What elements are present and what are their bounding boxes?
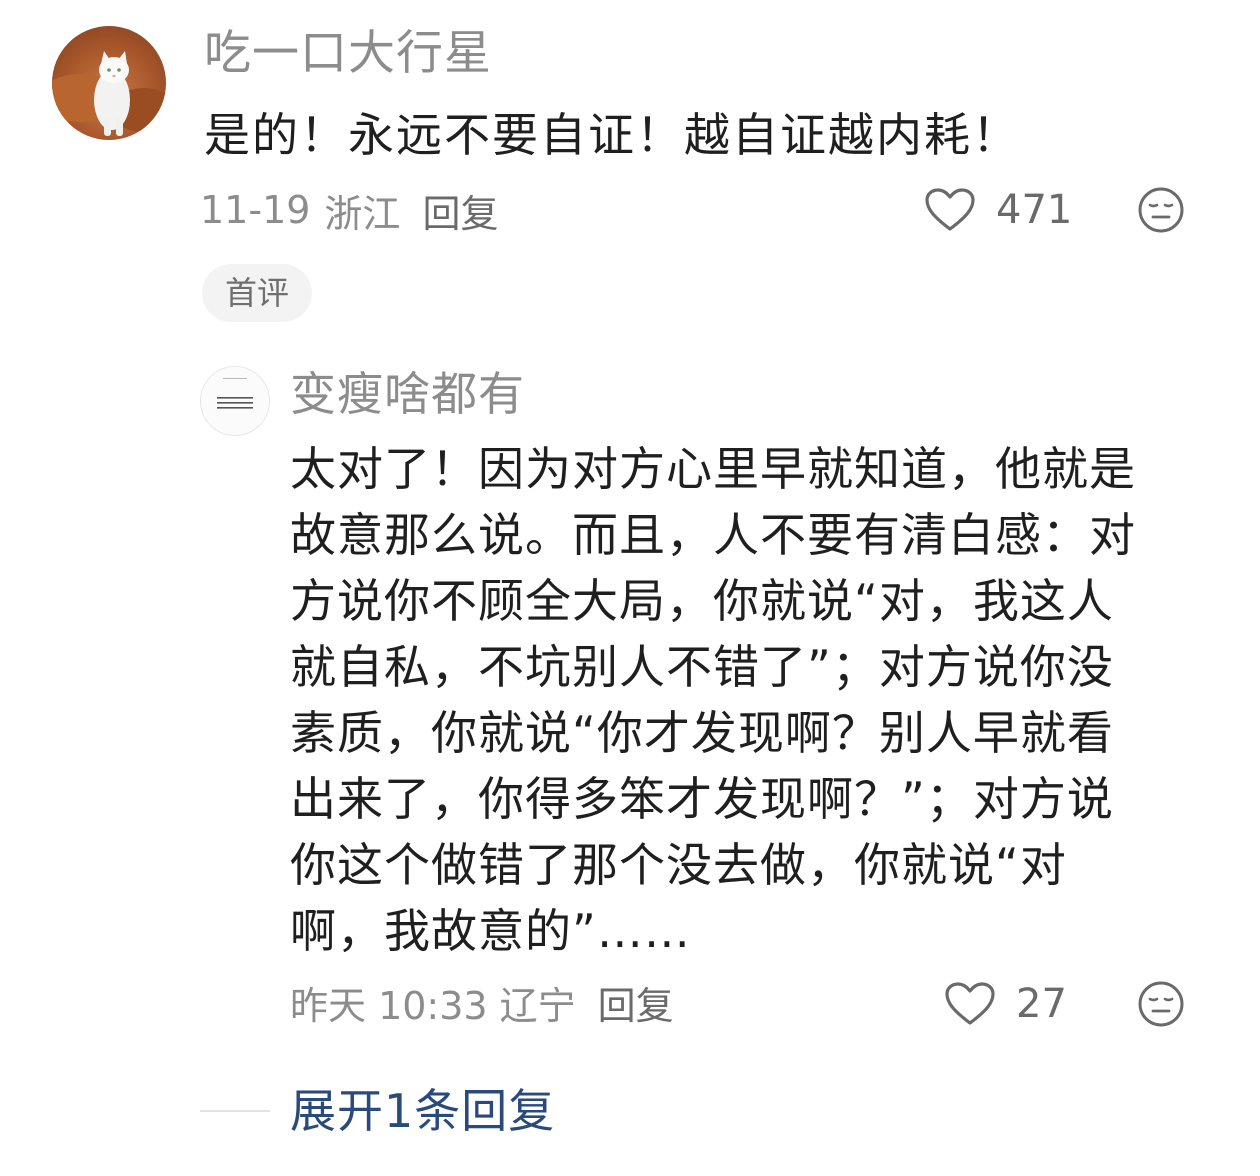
reply-user-avatar[interactable] [200, 366, 270, 436]
expand-divider [200, 1110, 270, 1112]
text-image-avatar [201, 367, 269, 435]
white-cat-avatar [52, 51, 166, 136]
reply-content-line: 啊，我故意的”…… [290, 904, 691, 958]
reply-button[interactable]: 回复 [422, 183, 498, 238]
reply-content: 太对了！因为对方心里早就知道，他就是 故意那么说。而且，人不要有清白感：对 方说… [290, 436, 1180, 964]
reply-dislike-button[interactable] [1137, 980, 1185, 1028]
reply-meta: 昨天 10:33 辽宁 回复 [290, 972, 674, 1032]
reply-location: 辽宁 [499, 983, 576, 1028]
user-avatar[interactable] [52, 26, 166, 140]
reply-content-line: 就自私，不坑别人不错了”；对方说你没 [290, 640, 1114, 694]
comment-username[interactable]: 吃一口大行星 [204, 22, 492, 86]
reply-content-line: 方说你不顾全大局，你就说“对，我这人 [290, 574, 1114, 628]
like-count: 471 [996, 187, 1073, 233]
reply-like-count: 27 [1016, 981, 1067, 1027]
reply-username[interactable]: 变瘦啥都有 [290, 362, 525, 426]
expand-replies-button[interactable]: 展开1条回复 [290, 1080, 555, 1142]
heart-outline-icon [945, 982, 995, 1025]
neutral-face-icon [1138, 981, 1184, 1027]
dislike-button[interactable] [1137, 186, 1185, 234]
reply-reply-button[interactable]: 回复 [598, 975, 674, 1030]
reply-content-line: 素质，你就说“你才发现啊？别人早就看 [290, 706, 1114, 760]
reply-content-line: 太对了！因为对方心里早就知道，他就是 [290, 442, 1136, 496]
comment-location: 浙江 [324, 191, 401, 236]
heart-outline-icon [925, 188, 975, 231]
comment-content: 是的！永远不要自证！越自证越内耗！ [204, 108, 1020, 162]
like-button[interactable]: 471 [924, 180, 1072, 240]
first-comment-badge: 首评 [202, 264, 312, 322]
reply-time: 昨天 10:33 [290, 983, 488, 1028]
reply-content-line: 你这个做错了那个没去做，你就说“对 [290, 838, 1067, 892]
comment-date: 11-19 [200, 188, 311, 232]
reply-like-button[interactable]: 27 [944, 974, 1067, 1034]
comment-meta: 11-19 浙江 回复 [200, 180, 498, 240]
reply-content-line: 故意那么说。而且，人不要有清白感：对 [290, 508, 1136, 562]
reply-content-line: 出来了，你得多笨才发现啊？”；对方说 [290, 772, 1114, 826]
neutral-face-icon [1138, 187, 1184, 233]
